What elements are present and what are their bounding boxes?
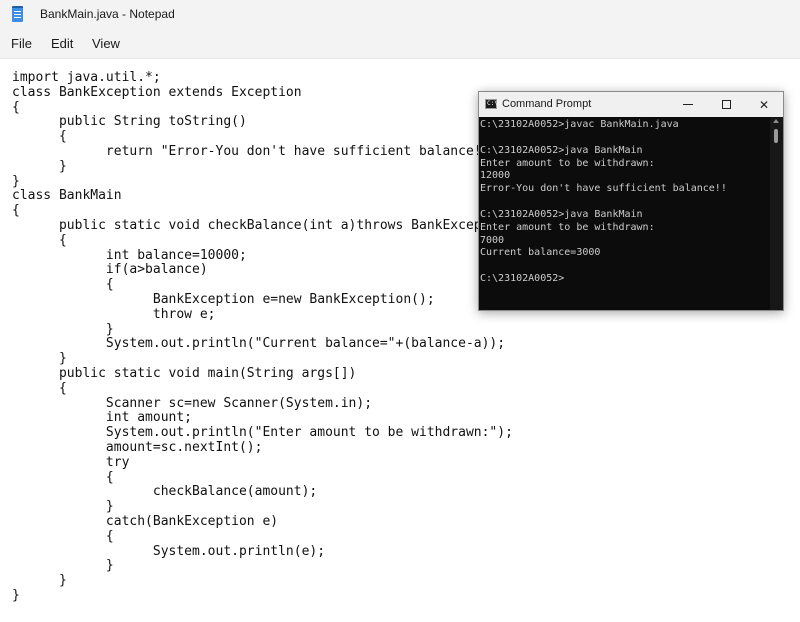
scrollbar-thumb[interactable] — [774, 129, 778, 143]
menu-file[interactable]: File — [11, 36, 32, 51]
cmd-title: Command Prompt — [502, 98, 592, 110]
minimize-icon — [683, 104, 693, 105]
menu-view[interactable]: View — [92, 36, 120, 51]
command-prompt-window[interactable]: C:\ Command Prompt ✕ C:\23102A0052>javac… — [478, 91, 784, 311]
close-button[interactable]: ✕ — [745, 92, 783, 117]
menu-bar: File Edit View — [0, 28, 800, 58]
scroll-up-arrow-icon[interactable] — [773, 119, 779, 123]
notepad-icon — [12, 6, 23, 22]
maximize-button[interactable] — [707, 92, 745, 117]
notepad-titlebar: BankMain.java - Notepad — [0, 0, 800, 28]
window-title: BankMain.java - Notepad — [40, 7, 175, 21]
maximize-icon — [721, 100, 731, 109]
close-icon: ✕ — [758, 97, 770, 112]
menu-edit[interactable]: Edit — [51, 36, 73, 51]
vertical-scrollbar[interactable] — [770, 117, 783, 310]
cmd-icon: C:\ — [485, 99, 498, 109]
console-output[interactable]: C:\23102A0052>javac BankMain.java C:\231… — [479, 117, 769, 310]
cmd-titlebar[interactable]: C:\ Command Prompt ✕ — [479, 92, 783, 117]
minimize-button[interactable] — [669, 92, 707, 117]
editor-content[interactable]: import java.util.*; class BankException … — [12, 70, 513, 604]
